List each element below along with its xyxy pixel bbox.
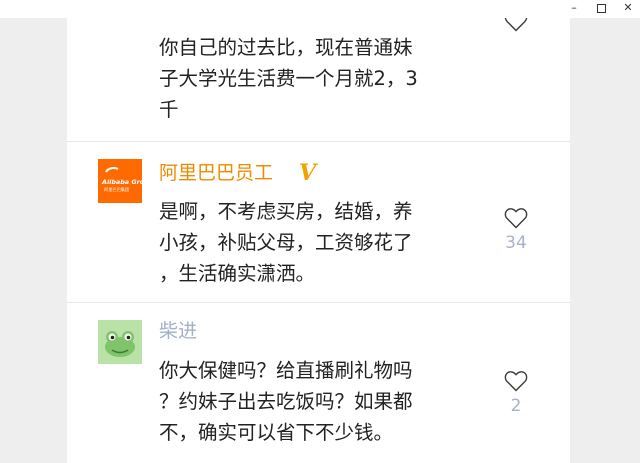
comment-text-line: 子大学光生活费一个月就2，3 xyxy=(159,67,418,90)
comment-text-line: 千 xyxy=(159,98,179,121)
maximize-icon xyxy=(596,4,606,13)
commenter-name[interactable]: 柴进 xyxy=(159,318,197,344)
commenter-name[interactable]: 阿里巴巴员工 xyxy=(159,160,273,186)
commenter-name-text: 阿里巴巴员工 xyxy=(159,162,274,184)
avatar-logo-subtext: 阿里巴巴集团 xyxy=(104,186,129,193)
comment-item: 你自己的过去比，现在普通妹 子大学光生活费一个月就2，3 千 xyxy=(67,18,570,140)
comment-text-line: ，生活确实潇洒。 xyxy=(159,262,316,285)
heart-icon xyxy=(504,371,528,392)
commenter-name-text: 柴进 xyxy=(159,320,198,342)
heart-icon xyxy=(504,18,528,32)
like-count: 2 xyxy=(510,396,522,416)
comment-text-line: 小孩，补贴父母，工资够花了 xyxy=(159,231,413,254)
frog-avatar-icon xyxy=(98,320,142,364)
comment-text-line: 是啊，不考虑买房，结婚，养 xyxy=(159,200,413,223)
comment-text-line: 你大保健吗？给直播刷礼物吗 xyxy=(159,359,413,382)
comment-item: 柴进 你大保健吗？给直播刷礼物吗 ？约妹子出去吃饭吗？如果都 不，确实可以省下不… xyxy=(67,303,570,463)
window-titlebar: – ✕ xyxy=(0,0,640,18)
comment-text-line: ？约妹子出去吃饭吗？如果都 xyxy=(159,390,413,413)
heart-icon xyxy=(504,208,528,229)
comment-item: Alibaba Group 阿里巴巴集团 阿里巴巴员工 V 是啊，不考虑买房，结… xyxy=(67,142,570,302)
like-button[interactable]: 34 xyxy=(500,207,532,253)
comment-text-line: 你自己的过去比，现在普通妹 xyxy=(159,36,413,59)
like-count: 34 xyxy=(505,233,527,253)
like-button[interactable] xyxy=(500,18,532,32)
avatar[interactable] xyxy=(98,320,142,364)
comment-text-line: 不，确实可以省下不少钱。 xyxy=(159,421,394,444)
avatar[interactable]: Alibaba Group 阿里巴巴集团 xyxy=(98,159,142,203)
comment-feed[interactable]: 你自己的过去比，现在普通妹 子大学光生活费一个月就2，3 千 Alibaba G… xyxy=(67,18,570,463)
avatar-logo-text: Alibaba Group xyxy=(101,178,142,186)
close-button[interactable]: ✕ xyxy=(616,0,640,18)
like-button[interactable]: 2 xyxy=(500,370,532,416)
comment-text: 你大保健吗？给直播刷礼物吗 ？约妹子出去吃饭吗？如果都 不，确实可以省下不少钱。 xyxy=(159,355,459,448)
minimize-button[interactable]: – xyxy=(562,0,586,18)
maximize-button[interactable] xyxy=(589,0,613,18)
verified-badge: V xyxy=(299,160,317,186)
alibaba-logo-icon: Alibaba Group 阿里巴巴集团 xyxy=(98,159,142,203)
comment-text: 是啊，不考虑买房，结婚，养 小孩，补贴父母，工资够花了 ，生活确实潇洒。 xyxy=(159,196,459,289)
comment-text: 你自己的过去比，现在普通妹 子大学光生活费一个月就2，3 千 xyxy=(159,32,459,125)
